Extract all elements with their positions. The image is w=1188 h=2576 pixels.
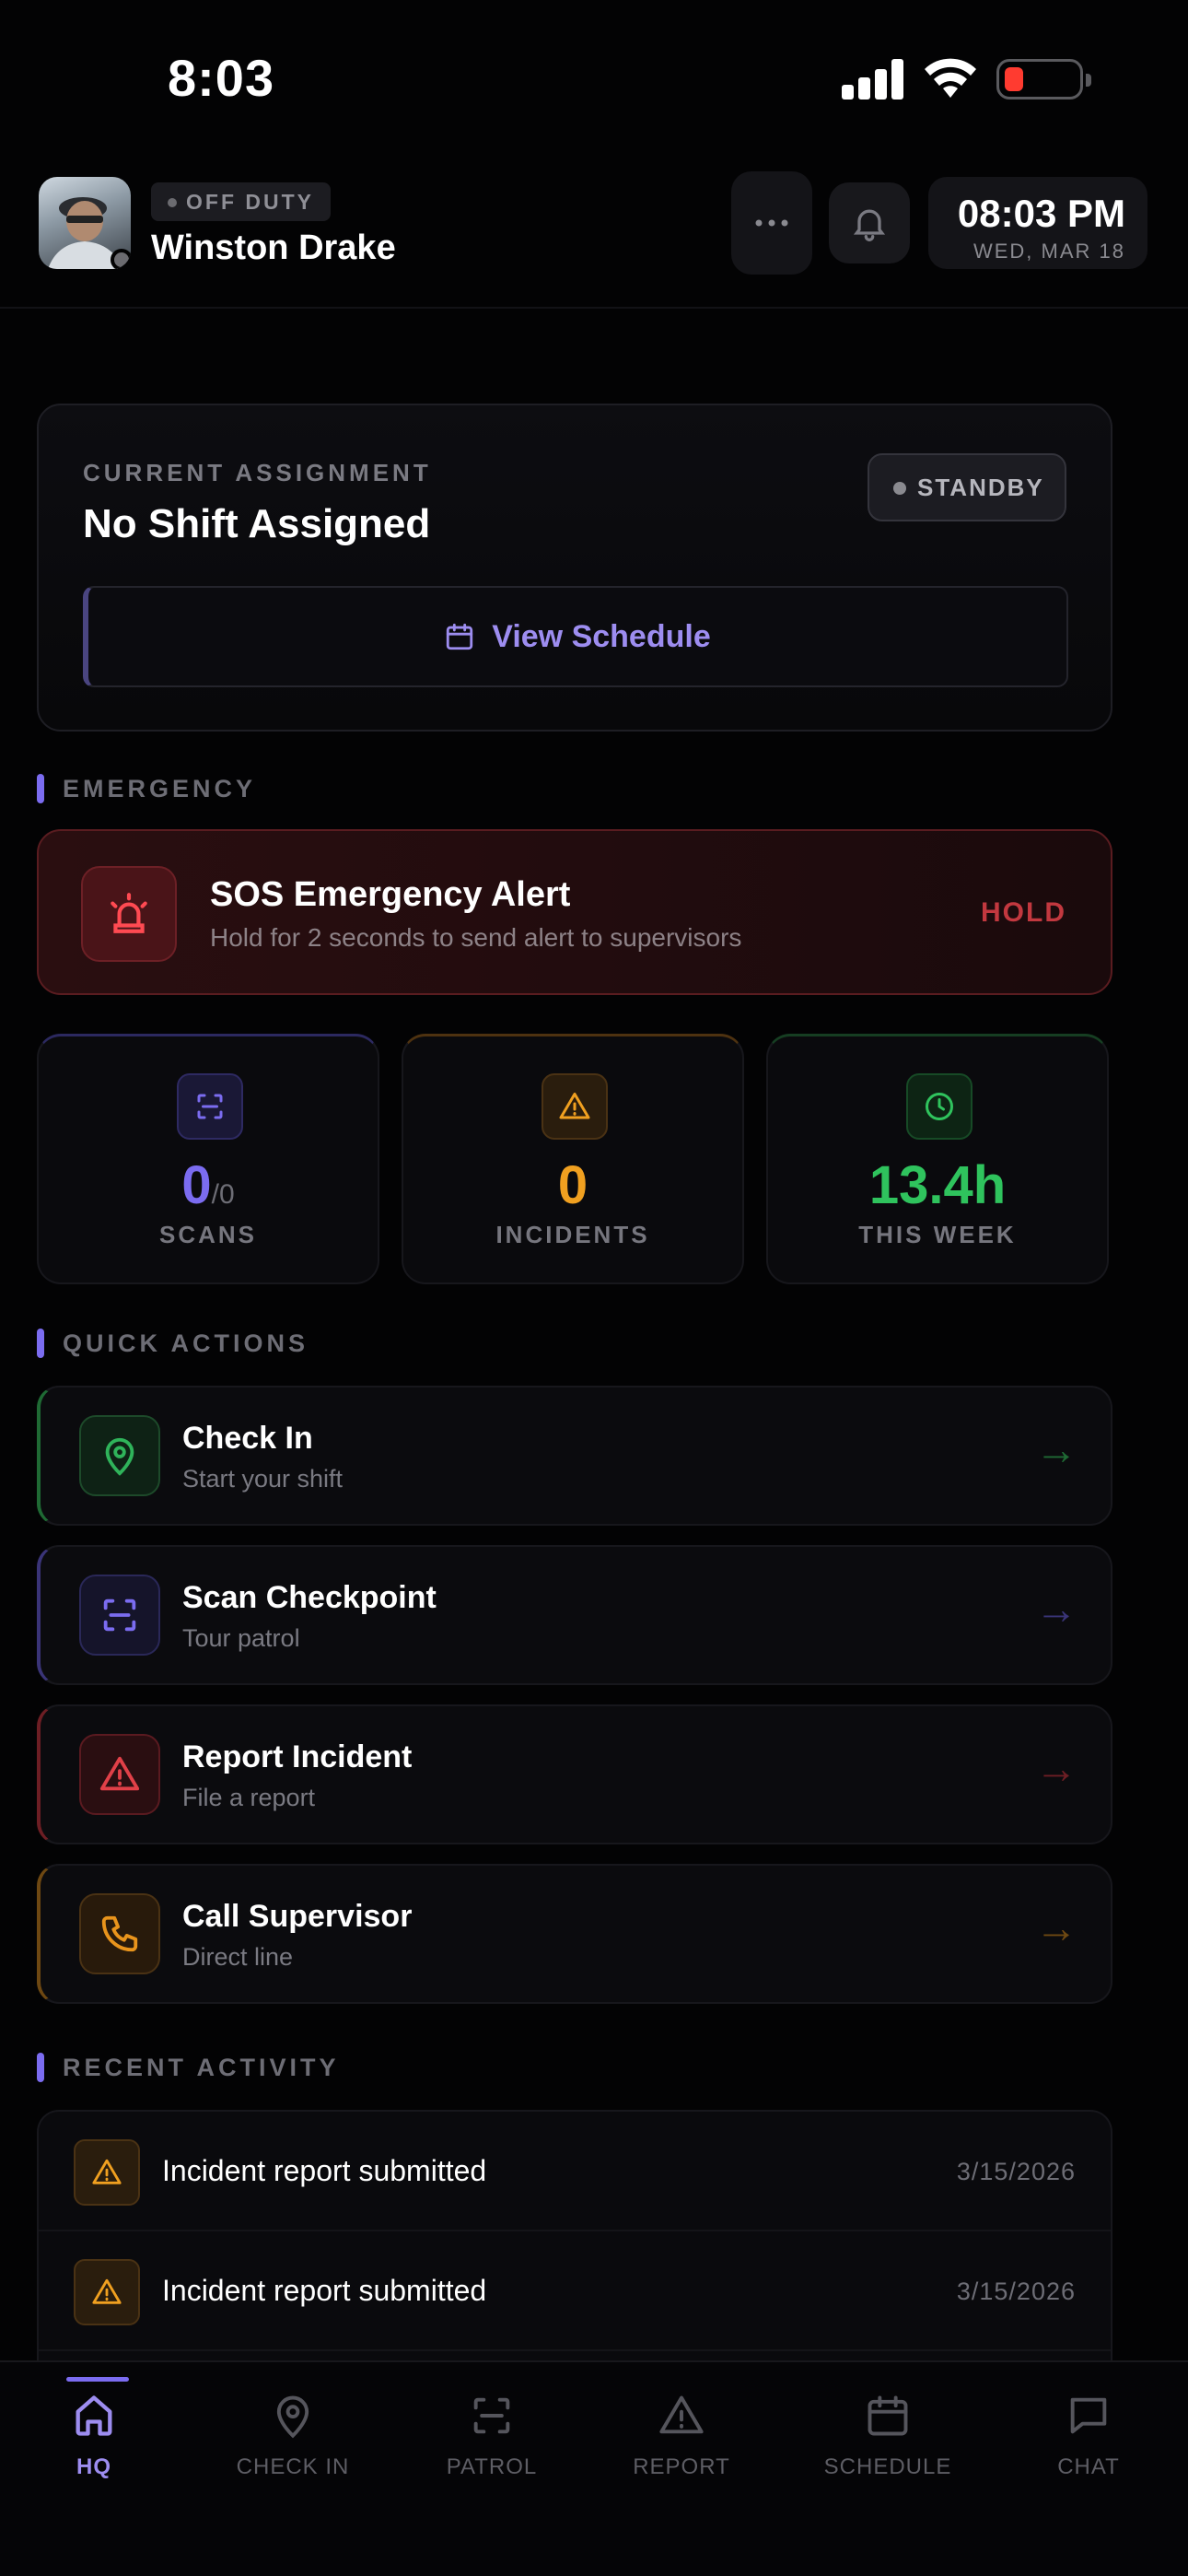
arrow-right-icon: → [1035, 1585, 1077, 1633]
phone-icon [79, 1893, 160, 1974]
active-tab-indicator [66, 2377, 129, 2382]
recent-activity-list: Incident report submitted 3/15/2026 Inci… [37, 2110, 1112, 2368]
tab-patrol[interactable]: PATROL [400, 2362, 584, 2491]
incidents-value: 0 [557, 1155, 588, 1215]
more-menu-button[interactable] [731, 171, 812, 275]
activity-text: Incident report submitted [162, 2154, 487, 2187]
assignment-title: No Shift Assigned [83, 501, 431, 546]
tab-label: SCHEDULE [823, 2454, 952, 2479]
tab-chat[interactable]: CHAT [996, 2362, 1181, 2491]
duty-status-badge: OFF DUTY [151, 182, 331, 221]
standby-badge: STANDBY [868, 453, 1066, 521]
clock-icon [906, 1073, 973, 1140]
emergency-section-label: EMERGENCY [37, 772, 256, 805]
tab-label: REPORT [633, 2454, 730, 2479]
tab-label: CHECK IN [236, 2454, 350, 2479]
check-in-title: Check In [182, 1421, 313, 1456]
list-item[interactable]: Incident report submitted 3/15/2026 [39, 2112, 1111, 2231]
scan-icon [79, 1575, 160, 1656]
activity-date: 3/15/2026 [956, 2158, 1076, 2185]
report-incident-title: Report Incident [182, 1739, 413, 1774]
bell-icon [853, 209, 886, 241]
assignment-label: CURRENT ASSIGNMENT [83, 459, 432, 486]
bottom-tab-bar: HQ CHECK IN PATROL REPORT SCHEDULE CHAT [0, 2360, 1188, 2576]
tab-schedule[interactable]: SCHEDULE [796, 2362, 980, 2491]
arrow-right-icon: → [1035, 1425, 1077, 1473]
location-pin-icon [201, 2392, 385, 2443]
scan-icon [177, 1073, 243, 1140]
hours-stat-card: 13.4h THIS WEEK [766, 1034, 1109, 1284]
warning-icon [74, 2259, 140, 2325]
scan-icon [400, 2392, 584, 2443]
current-assignment-card: CURRENT ASSIGNMENT No Shift Assigned STA… [37, 404, 1112, 732]
cellular-signal-icon [842, 59, 904, 100]
tab-hq[interactable]: HQ [2, 2362, 186, 2491]
notifications-button[interactable] [829, 182, 910, 263]
arrow-right-icon: → [1035, 1903, 1077, 1951]
sos-alert-button[interactable]: SOS Emergency Alert Hold for 2 seconds t… [37, 829, 1112, 995]
chat-icon [996, 2392, 1181, 2443]
clock-time: 08:03 PM [957, 192, 1125, 235]
home-icon [2, 2392, 186, 2443]
list-item[interactable]: Incident report submitted 3/15/2026 [39, 2231, 1111, 2351]
sos-hold-label: HOLD [981, 897, 1066, 928]
scans-value: 0/0 [181, 1155, 235, 1215]
app-header: OFF DUTY Winston Drake 08:03 PM WED, MAR… [0, 166, 1188, 309]
hours-label: THIS WEEK [858, 1221, 1017, 1248]
warning-icon [74, 2139, 140, 2206]
warning-icon [589, 2392, 774, 2443]
battery-icon [996, 59, 1091, 100]
quick-actions-section-label: QUICK ACTIONS [37, 1327, 309, 1360]
call-supervisor-subtitle: Direct line [182, 1943, 294, 1971]
activity-date: 3/15/2026 [956, 2277, 1076, 2305]
scan-checkpoint-subtitle: Tour patrol [182, 1624, 300, 1652]
user-name: Winston Drake [151, 228, 396, 267]
view-schedule-button[interactable]: View Schedule [83, 586, 1068, 687]
incidents-label: INCIDENTS [495, 1221, 650, 1248]
calendar-icon [447, 623, 473, 650]
tab-report[interactable]: REPORT [589, 2362, 774, 2491]
call-supervisor-action[interactable]: Call Supervisor Direct line → [37, 1864, 1112, 2004]
view-schedule-label: View Schedule [492, 618, 711, 654]
status-bar: 8:03 [0, 0, 1188, 157]
status-time: 8:03 [168, 49, 275, 107]
tab-label: HQ [76, 2454, 111, 2479]
recent-activity-section-label: RECENT ACTIVITY [37, 2051, 340, 2084]
clock-widget: 08:03 PM WED, MAR 18 [928, 177, 1147, 269]
tab-label: PATROL [446, 2454, 538, 2479]
scans-stat-card: 0/0 SCANS [37, 1034, 379, 1284]
report-incident-action[interactable]: Report Incident File a report → [37, 1704, 1112, 1844]
location-pin-icon [79, 1415, 160, 1496]
check-in-action[interactable]: Check In Start your shift → [37, 1386, 1112, 1526]
sos-title: SOS Emergency Alert [210, 875, 571, 914]
scan-checkpoint-action[interactable]: Scan Checkpoint Tour patrol → [37, 1545, 1112, 1685]
calendar-icon [796, 2392, 980, 2443]
activity-text: Incident report submitted [162, 2274, 487, 2307]
call-supervisor-title: Call Supervisor [182, 1899, 413, 1934]
avatar[interactable] [39, 177, 131, 269]
tab-check-in[interactable]: CHECK IN [201, 2362, 385, 2491]
more-dots-icon [755, 219, 788, 227]
hours-value: 13.4h [868, 1155, 1007, 1215]
report-incident-subtitle: File a report [182, 1784, 316, 1811]
tab-label: CHAT [1057, 2454, 1120, 2479]
scans-label: SCANS [158, 1221, 257, 1248]
warning-icon [79, 1734, 160, 1815]
siren-icon [81, 866, 177, 962]
check-in-subtitle: Start your shift [182, 1465, 344, 1493]
incidents-stat-card: 0 INCIDENTS [402, 1034, 744, 1284]
scan-checkpoint-title: Scan Checkpoint [182, 1580, 437, 1615]
wifi-icon [925, 58, 976, 98]
arrow-right-icon: → [1035, 1744, 1077, 1792]
sos-subtitle: Hold for 2 seconds to send alert to supe… [210, 923, 742, 952]
warning-icon [542, 1073, 608, 1140]
clock-date: WED, MAR 18 [973, 240, 1125, 263]
presence-dot [111, 249, 131, 269]
